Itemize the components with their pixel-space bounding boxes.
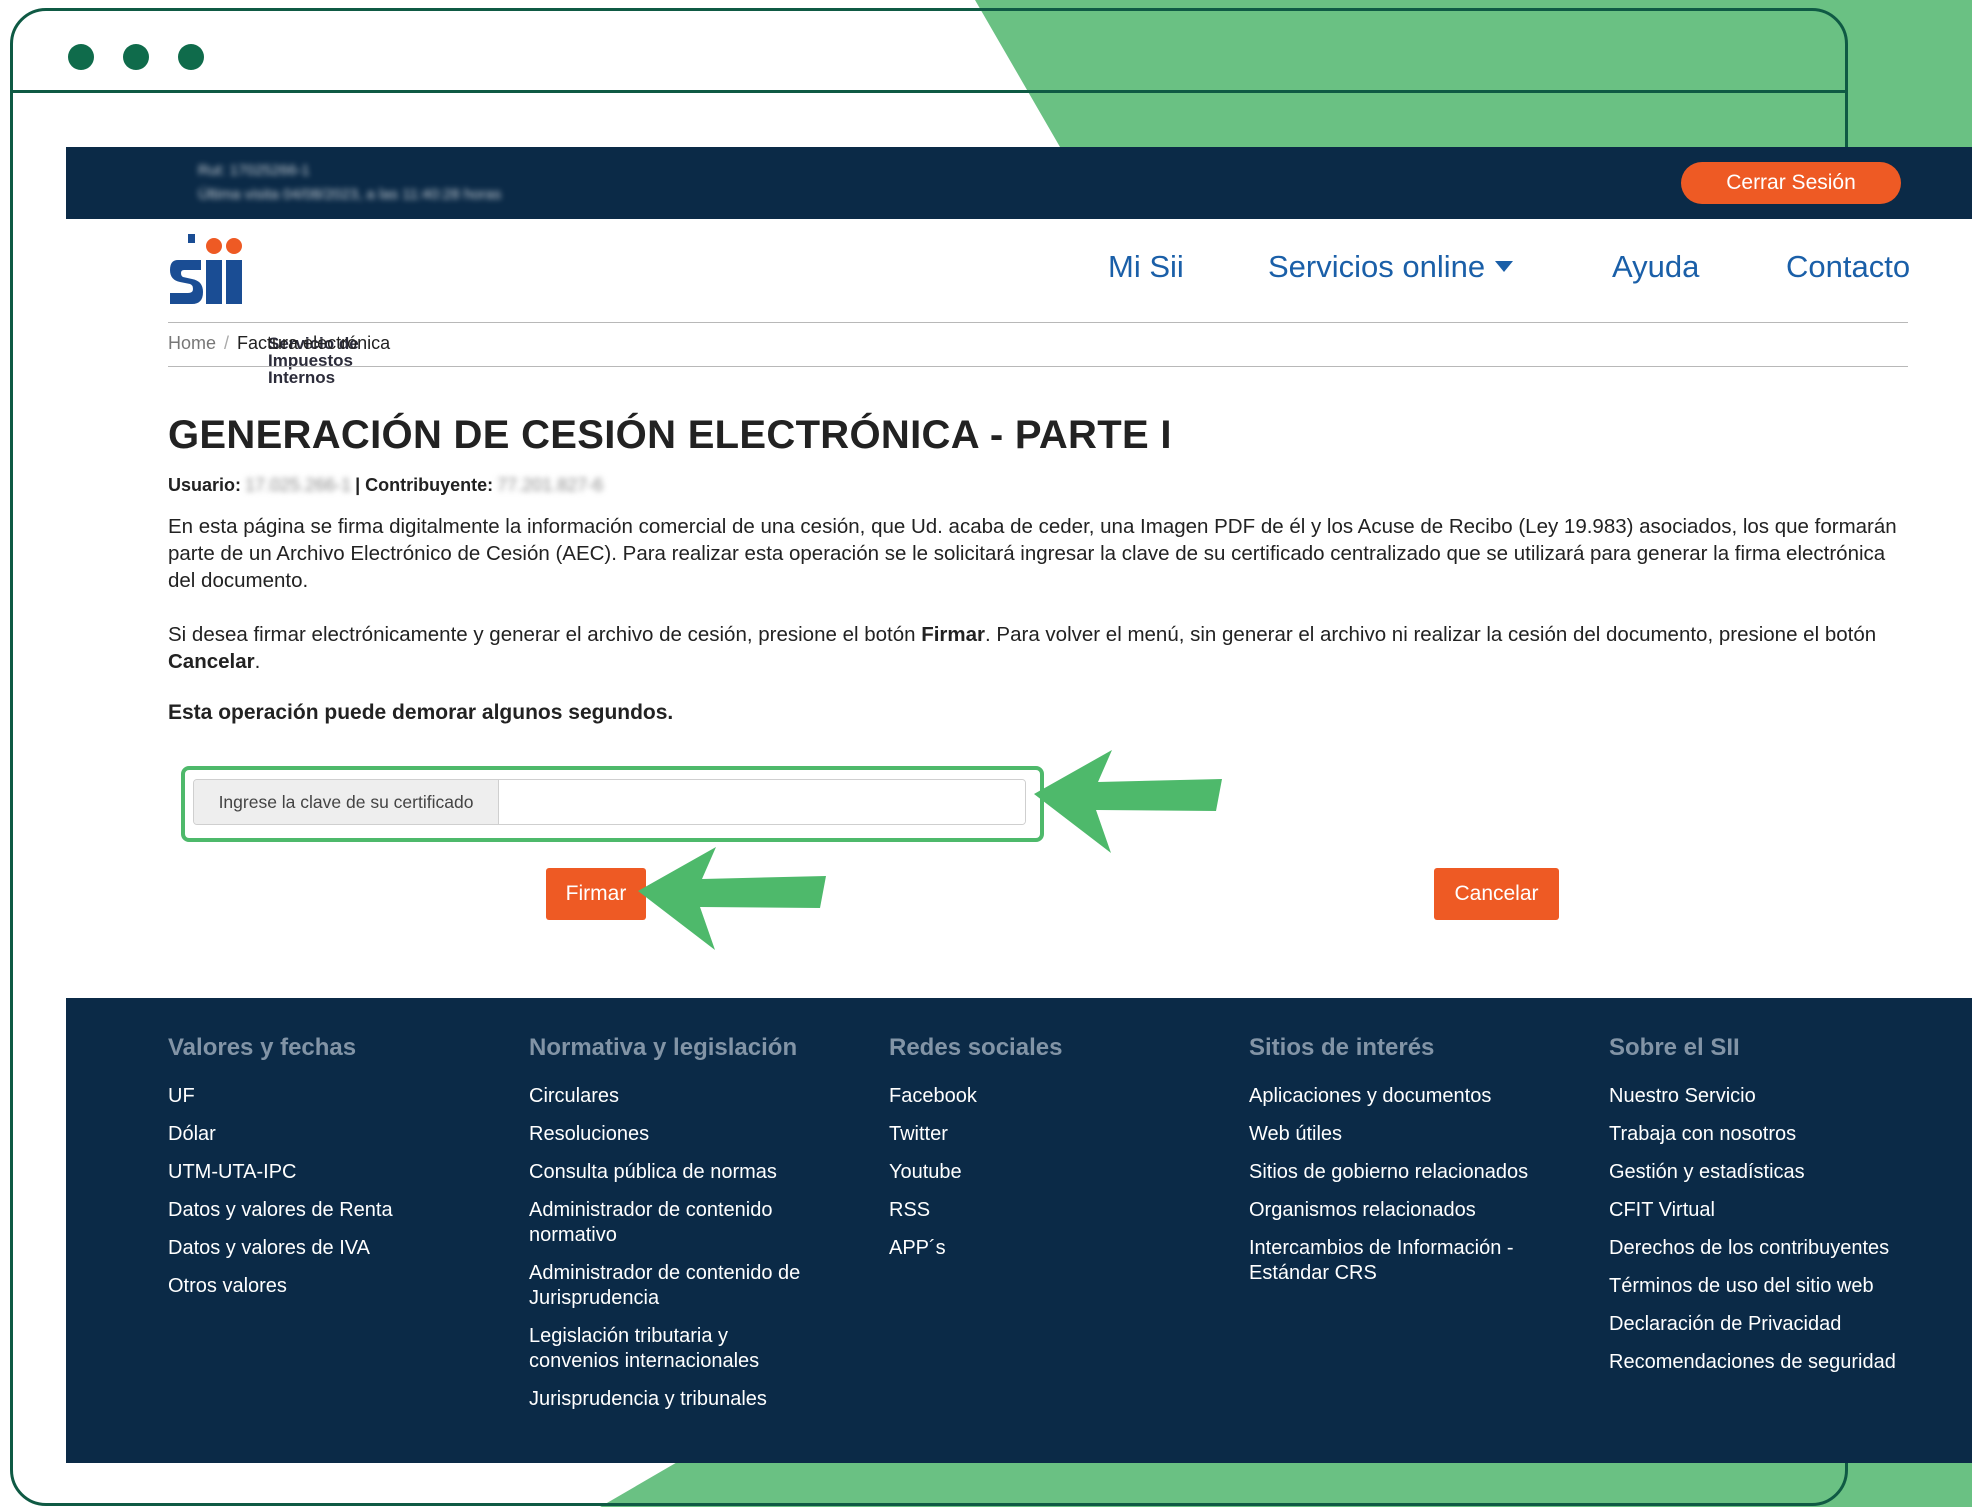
footer-link[interactable]: Aplicaciones y documentos	[1249, 1084, 1569, 1109]
footer-link[interactable]: Facebook	[889, 1084, 1062, 1109]
sii-logo-icon	[170, 234, 242, 304]
certificate-field-label: Ingrese la clave de su certificado	[194, 780, 499, 824]
logout-button[interactable]: Cerrar Sesión	[1681, 162, 1901, 204]
footer-heading: Normativa y legislación	[529, 1034, 798, 1061]
footer-heading: Sobre el SII	[1609, 1034, 1740, 1061]
window-title-bar	[13, 11, 1845, 93]
footer-link[interactable]: RSS	[889, 1198, 1062, 1223]
window-dot-icon	[123, 44, 149, 70]
nav-contacto[interactable]: Contacto	[1786, 249, 1910, 285]
usuario-value: 17.025.266-1	[245, 475, 352, 495]
meta-separator: |	[355, 475, 361, 495]
breadcrumb-separator: /	[224, 333, 230, 353]
session-bar: Rut: 17025266-1 Última visita 04/08/2023…	[66, 147, 1972, 219]
footer-link[interactable]: Administrador de contenido de Jurisprude…	[529, 1261, 849, 1311]
sii-logo[interactable]: Servicio de Impuestos Internos	[168, 232, 418, 386]
footer-link[interactable]: Consulta pública de normas	[529, 1160, 849, 1185]
footer-link[interactable]: Datos y valores de IVA	[168, 1236, 393, 1261]
logo-line: Internos	[268, 368, 336, 387]
footer-link[interactable]: Circulares	[529, 1084, 849, 1109]
user-session-info: Rut: 17025266-1 Última visita 04/08/2023…	[198, 159, 501, 207]
footer-link[interactable]: Administrador de contenido normativo	[529, 1198, 829, 1248]
footer-heading: Redes sociales	[889, 1034, 1063, 1061]
instructions-paragraph: Si desea firmar electrónicamente y gener…	[168, 621, 1898, 675]
footer-link[interactable]: Nuestro Servicio	[1609, 1084, 1949, 1109]
sii-page: Rut: 17025266-1 Última visita 04/08/2023…	[66, 147, 1972, 1463]
user-rut: Rut: 17025266-1	[198, 162, 310, 179]
footer-column-sitios: Sitios de interés Aplicaciones y documen…	[1249, 1034, 1569, 1299]
instructions-cancelar: Cancelar	[168, 650, 255, 673]
footer-link[interactable]: APP´s	[889, 1236, 1062, 1261]
arrow-pointer-icon	[638, 847, 826, 950]
footer-column-redes: Redes sociales Facebook Twitter Youtube …	[889, 1034, 1062, 1274]
footer-link[interactable]: UF	[168, 1084, 393, 1109]
footer-link[interactable]: Dólar	[168, 1122, 393, 1147]
certificate-password-input[interactable]	[500, 780, 1025, 824]
footer-link[interactable]: Otros valores	[168, 1274, 393, 1299]
cancel-button[interactable]: Cancelar	[1434, 868, 1559, 920]
screenshot-stage: Rut: 17025266-1 Última visita 04/08/2023…	[0, 0, 1972, 1507]
window-dot-icon	[68, 44, 94, 70]
user-contributor-line: Usuario: 17.025.266-1 | Contribuyente: 77.2…	[168, 475, 607, 496]
footer-column-valores: Valores y fechas UF Dólar UTM-UTA-IPC Da…	[168, 1034, 393, 1312]
usuario-label: Usuario:	[168, 475, 242, 495]
contribuyente-label: Contribuyente:	[365, 475, 494, 495]
footer-link[interactable]: Declaración de Privacidad	[1609, 1312, 1949, 1337]
footer-link[interactable]: Gestión y estadísticas	[1609, 1160, 1949, 1185]
footer-link[interactable]: Datos y valores de Renta	[168, 1198, 393, 1223]
footer-link[interactable]: Sitios de gobierno relacionados	[1249, 1160, 1569, 1185]
footer-column-normativa: Normativa y legislación Circulares Resol…	[529, 1034, 849, 1425]
footer-link[interactable]: Web útiles	[1249, 1122, 1569, 1147]
sign-button[interactable]: Firmar	[546, 868, 646, 920]
nav-ayuda[interactable]: Ayuda	[1612, 249, 1699, 285]
footer-heading: Valores y fechas	[168, 1034, 357, 1061]
footer-link[interactable]: Recomendaciones de seguridad	[1609, 1350, 1949, 1375]
footer-link[interactable]: Trabaja con nosotros	[1609, 1122, 1949, 1147]
contribuyente-value: 77.201.827-6	[497, 475, 604, 495]
breadcrumb: Home / Factura electrónica	[168, 333, 390, 354]
footer-column-sobre: Sobre el SII Nuestro Servicio Trabaja co…	[1609, 1034, 1949, 1388]
certificate-input-group: Ingrese la clave de su certificado	[193, 779, 1026, 825]
last-visit: Última visita 04/08/2023, a las 11:40:28…	[198, 186, 502, 203]
window-dot-icon	[178, 44, 204, 70]
description-paragraph: En esta página se firma digitalmente la …	[168, 515, 1897, 592]
footer-link[interactable]: Organismos relacionados	[1249, 1198, 1569, 1223]
breadcrumb-current: Factura electrónica	[237, 333, 391, 353]
divider	[168, 366, 1908, 367]
footer-link[interactable]: CFIT Virtual	[1609, 1198, 1949, 1223]
divider	[168, 322, 1908, 323]
instructions-text: Si desea firmar electrónicamente y gener…	[168, 623, 922, 646]
page-title: GENERACIÓN DE CESIÓN ELECTRÓNICA - PARTE…	[168, 413, 1172, 457]
wait-notice: Esta operación puede demorar algunos seg…	[168, 701, 674, 724]
footer-link[interactable]: Resoluciones	[529, 1122, 849, 1147]
footer-link[interactable]: Términos de uso del sitio web	[1609, 1274, 1949, 1299]
footer-link[interactable]: Jurisprudencia y tribunales	[529, 1387, 849, 1412]
instructions-text: . Para volver el menú, sin generar el ar…	[985, 623, 1877, 646]
footer-link[interactable]: Twitter	[889, 1122, 1062, 1147]
footer-heading: Sitios de interés	[1249, 1034, 1435, 1061]
arrow-pointer-icon	[1034, 750, 1222, 853]
caret-down-icon	[1495, 261, 1514, 273]
footer-link[interactable]: Derechos de los contribuyentes	[1609, 1236, 1949, 1261]
instructions-firmar: Firmar	[921, 623, 986, 646]
breadcrumb-home[interactable]: Home	[168, 333, 216, 353]
nav-servicios-online[interactable]: Servicios online	[1268, 249, 1514, 285]
nav-mi-sii[interactable]: Mi Sii	[1108, 249, 1184, 285]
nav-servicios-label: Servicios online	[1268, 249, 1486, 284]
footer-link[interactable]: UTM-UTA-IPC	[168, 1160, 393, 1185]
footer-link[interactable]: Legislación tributaria y convenios inter…	[529, 1324, 789, 1374]
instructions-text: .	[254, 650, 261, 673]
footer-link[interactable]: Youtube	[889, 1160, 1062, 1185]
footer-link[interactable]: Intercambios de Información - Estándar C…	[1249, 1236, 1549, 1286]
